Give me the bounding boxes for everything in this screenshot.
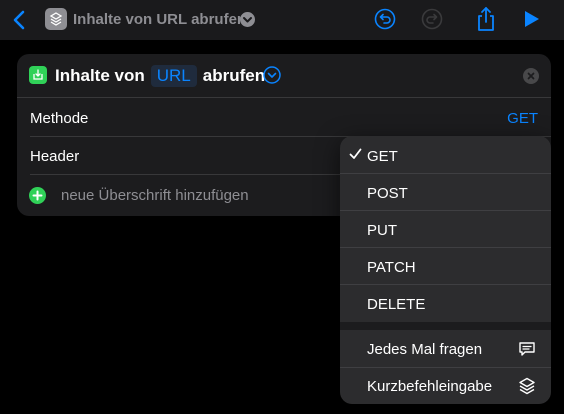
menu-item-label: PUT (367, 222, 397, 239)
speech-bubble-icon (519, 342, 535, 356)
action-title-prefix: Inhalte von (55, 66, 145, 85)
header-label[interactable]: Header (30, 148, 79, 165)
undo-icon[interactable] (374, 8, 396, 30)
divider (17, 97, 551, 98)
menu-item-put[interactable]: PUT (340, 211, 551, 248)
method-label: Methode (30, 110, 89, 127)
redo-icon[interactable] (421, 8, 443, 30)
share-icon[interactable] (474, 6, 498, 32)
menu-item-shortcut-input[interactable]: Kurzbefehleingabe (340, 368, 551, 404)
action-header: Inhalte von URL abrufen (17, 54, 551, 97)
menu-item-label: Jedes Mal fragen (367, 341, 483, 358)
back-chevron-icon[interactable] (10, 9, 30, 31)
checkmark-icon (349, 148, 362, 159)
plus-icon (32, 190, 43, 201)
add-header-button[interactable] (29, 187, 46, 204)
url-parameter-chip[interactable]: URL (150, 65, 197, 87)
editor-toolbar: Inhalte von URL abrufen (0, 0, 564, 40)
remove-action-button[interactable] (523, 68, 539, 84)
shortcuts-layers-icon (49, 12, 63, 26)
shortcut-app-icon[interactable] (45, 8, 67, 30)
title-menu-chevron-icon[interactable] (240, 12, 255, 27)
download-tray-icon (33, 69, 43, 80)
action-app-icon (29, 66, 47, 84)
menu-item-label: Kurzbefehleingabe (367, 378, 493, 395)
shortcut-title[interactable]: Inhalte von URL abrufen (73, 11, 246, 28)
menu-item-patch[interactable]: PATCH (340, 248, 551, 285)
add-header-label[interactable]: neue Überschrift hinzufügen (61, 187, 249, 204)
menu-item-label: PATCH (367, 259, 416, 276)
expand-chevron-icon[interactable] (263, 66, 281, 84)
method-menu: GET POST PUT PATCH DELETE Jedes Mal frag… (340, 136, 551, 404)
menu-item-label: GET (367, 148, 398, 165)
play-icon[interactable] (521, 9, 541, 29)
menu-group-separator (340, 322, 551, 330)
close-icon (527, 72, 535, 80)
method-value[interactable]: GET (507, 110, 538, 127)
menu-item-label: POST (367, 185, 408, 202)
action-title-suffix: abrufen (202, 66, 266, 85)
shortcuts-layers-icon (519, 377, 535, 395)
menu-item-post[interactable]: POST (340, 174, 551, 211)
action-title: Inhalte von URL abrufen (55, 65, 265, 87)
menu-item-get[interactable]: GET (340, 137, 551, 174)
menu-item-label: DELETE (367, 296, 426, 313)
menu-item-delete[interactable]: DELETE (340, 285, 551, 322)
menu-item-ask-each-time[interactable]: Jedes Mal fragen (340, 330, 551, 367)
